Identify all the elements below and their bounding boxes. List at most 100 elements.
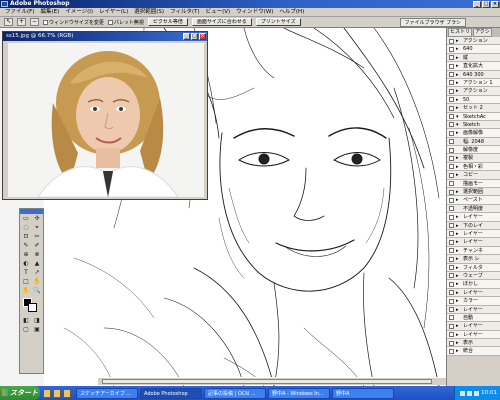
print-size-button[interactable]: プリントサイズ xyxy=(255,18,301,26)
menu-layer[interactable]: レイヤー(L) xyxy=(96,8,131,17)
action-toggle-checkbox[interactable] xyxy=(449,55,454,61)
expand-arrow-icon[interactable]: ▸ xyxy=(456,222,459,229)
quick-launch-icon[interactable] xyxy=(43,388,51,398)
move-tool-icon[interactable]: ✣ xyxy=(32,215,42,223)
menu-select[interactable]: 選択範囲(S) xyxy=(131,8,167,17)
expand-arrow-icon[interactable]: ▸ xyxy=(456,188,459,195)
screen-mode-icon[interactable]: ▢ xyxy=(21,326,31,334)
action-toggle-checkbox[interactable] xyxy=(449,332,454,338)
expand-arrow-icon[interactable]: ▸ xyxy=(456,87,459,94)
action-row[interactable]: ▸ レイヤー xyxy=(447,238,500,247)
action-toggle-checkbox[interactable] xyxy=(449,197,454,203)
action-row[interactable]: 自動 xyxy=(447,313,500,323)
doc-maximize-button[interactable]: □ xyxy=(191,33,198,40)
action-toggle-checkbox[interactable] xyxy=(449,130,454,136)
expand-arrow-icon[interactable]: ▸ xyxy=(456,264,459,271)
action-row[interactable]: ▸ レイヤー xyxy=(447,229,500,239)
action-row[interactable]: ▸ コピー xyxy=(447,171,500,180)
palette-well-tab[interactable]: ファイルブラウザ ブラシ xyxy=(399,18,466,27)
menu-image[interactable]: イメージ(I) xyxy=(62,8,96,17)
action-toggle-checkbox[interactable] xyxy=(449,147,454,153)
fit-on-screen-button[interactable]: 画面サイズに合わせる xyxy=(191,18,252,26)
action-row[interactable]: 不透明度 xyxy=(447,204,500,214)
action-toggle-checkbox[interactable] xyxy=(449,281,454,287)
ignore-palettes-checkbox[interactable]: パレット無視 xyxy=(107,19,144,26)
taskbar-task-button[interactable]: 野中A xyxy=(332,387,394,399)
action-row[interactable]: 幅: 2048 xyxy=(447,137,500,147)
actual-pixels-button[interactable]: ピクセル等倍 xyxy=(147,18,188,26)
expand-arrow-icon[interactable]: ▸ xyxy=(456,255,459,262)
expand-arrow-icon[interactable]: ▸ xyxy=(456,79,459,86)
lasso-tool-icon[interactable]: ◌ xyxy=(21,224,31,232)
expand-arrow-icon[interactable]: ▸ xyxy=(456,54,459,61)
action-row[interactable]: ▸ レイヤー xyxy=(447,288,500,298)
action-toggle-checkbox[interactable] xyxy=(449,273,454,279)
menu-file[interactable]: ファイル(F) xyxy=(2,8,37,17)
action-row[interactable]: ▸ 色相・彩 xyxy=(447,162,500,172)
menu-filter[interactable]: フィルタ(T) xyxy=(167,8,203,17)
fullscreen-mode-icon[interactable]: ▣ xyxy=(32,326,42,334)
action-toggle-checkbox[interactable] xyxy=(449,231,454,237)
expand-arrow-icon[interactable]: ▸ xyxy=(456,171,459,178)
expand-arrow-icon[interactable]: ▸ xyxy=(456,289,459,296)
action-toggle-checkbox[interactable] xyxy=(449,63,454,69)
checkbox-box[interactable] xyxy=(107,19,113,25)
tab-actions[interactable]: アクシ xyxy=(473,28,492,37)
expand-arrow-icon[interactable]: ▸ xyxy=(456,163,459,170)
tab-history[interactable]: ヒストリ xyxy=(448,28,473,37)
action-toggle-checkbox[interactable] xyxy=(449,38,454,44)
action-row[interactable]: ▸ チャンネ xyxy=(447,246,500,256)
expand-arrow-icon[interactable]: ▸ xyxy=(456,71,459,78)
background-color-swatch[interactable] xyxy=(28,303,37,312)
expand-arrow-icon[interactable]: ▸ xyxy=(456,331,459,338)
expand-arrow-icon[interactable]: ▸ xyxy=(456,196,459,203)
history-brush-icon[interactable]: ⊗ xyxy=(32,251,42,259)
action-toggle-checkbox[interactable] xyxy=(449,88,454,94)
action-toggle-checkbox[interactable] xyxy=(449,348,454,354)
expand-arrow-icon[interactable]: ▸ xyxy=(456,37,459,44)
action-row[interactable]: ▸ 選択範囲 xyxy=(447,188,500,197)
action-row[interactable]: ▸ アクション xyxy=(447,37,500,46)
expand-arrow-icon[interactable]: ▸ xyxy=(456,297,459,304)
action-row[interactable]: ▸ 表示 xyxy=(447,339,500,348)
expand-arrow-icon[interactable]: ▾ xyxy=(456,113,459,120)
action-row[interactable]: ▾ Sketch xyxy=(447,120,500,130)
eraser-tool-icon[interactable]: ◐ xyxy=(21,260,31,268)
checkbox-box[interactable] xyxy=(43,19,48,25)
expand-arrow-icon[interactable]: ▸ xyxy=(456,238,459,245)
tray-icon[interactable] xyxy=(474,390,480,396)
action-row[interactable]: ▸ レイヤー xyxy=(447,213,500,222)
action-toggle-checkbox[interactable] xyxy=(449,172,454,178)
action-toggle-checkbox[interactable] xyxy=(449,181,454,187)
action-row[interactable]: ▸ フィルタ xyxy=(447,263,500,272)
action-row[interactable]: ▸ レイヤー xyxy=(447,322,500,331)
action-toggle-checkbox[interactable] xyxy=(449,290,454,296)
stamp-tool-icon[interactable]: ⊕ xyxy=(21,251,31,259)
action-row[interactable]: 解像度 xyxy=(447,146,500,155)
document-title[interactable]: ss15.jpg @ 66.7% (RGB) xyxy=(3,32,207,41)
action-toggle-checkbox[interactable] xyxy=(449,122,454,128)
quickmask-mode-icon[interactable]: ◨ xyxy=(32,317,42,325)
expand-arrow-icon[interactable]: ▸ xyxy=(456,96,459,103)
expand-arrow-icon[interactable]: ▸ xyxy=(456,347,459,354)
doc-close-button[interactable]: × xyxy=(199,33,206,40)
expand-arrow-icon[interactable]: ▸ xyxy=(456,230,459,237)
action-row[interactable]: ▸ ペースト xyxy=(447,196,500,205)
action-toggle-checkbox[interactable] xyxy=(449,340,454,346)
action-toggle-checkbox[interactable] xyxy=(449,214,454,220)
pencil-tool-icon[interactable]: ✐ xyxy=(32,242,42,250)
quick-launch-icon[interactable] xyxy=(63,388,71,398)
action-toggle-checkbox[interactable] xyxy=(449,256,454,262)
expand-arrow-icon[interactable]: ▸ xyxy=(456,129,459,136)
quick-launch-icon[interactable] xyxy=(53,388,61,398)
action-toggle-checkbox[interactable] xyxy=(449,223,454,229)
action-toggle-checkbox[interactable] xyxy=(449,189,454,195)
action-toggle-checkbox[interactable] xyxy=(449,139,454,145)
menu-window[interactable]: ウィンドウ(W) xyxy=(233,8,276,17)
doc-minimize-button[interactable]: _ xyxy=(183,33,190,40)
action-toggle-checkbox[interactable] xyxy=(449,239,454,245)
brush-tool-icon[interactable]: ✎ xyxy=(21,242,31,250)
taskbar-task-button[interactable]: スケッチアーカイブ ... xyxy=(76,387,138,399)
action-row[interactable]: ▸ 640 300 xyxy=(447,70,500,79)
standard-mode-icon[interactable]: ◧ xyxy=(21,317,31,325)
